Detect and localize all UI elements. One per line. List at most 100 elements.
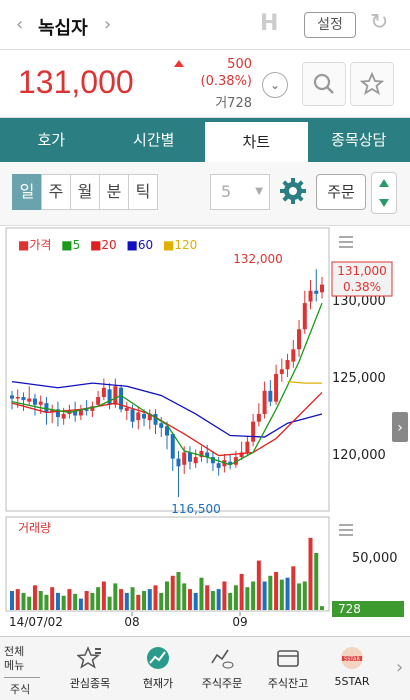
- change-amount: 500: [227, 57, 252, 72]
- tab-hoga[interactable]: 호가: [0, 118, 103, 162]
- volume-bar: [32, 585, 37, 610]
- nav-stock-balance[interactable]: 주식잔고: [258, 645, 318, 691]
- candle-body: [262, 390, 267, 414]
- candle-body: [256, 413, 261, 422]
- volume-bar: [159, 592, 164, 610]
- stock-chart[interactable]: › 130,000 125,000 120,000 50,000 132,000 116,5…: [0, 226, 410, 636]
- volume-bar: [210, 591, 215, 610]
- nav-5star[interactable]: 5STAR 5STAR: [322, 645, 382, 688]
- tab-consult[interactable]: 종목상담: [308, 118, 410, 162]
- header: ‹ 녹십자 › H 설정 ↻: [0, 0, 410, 50]
- volume-bar: [274, 572, 279, 610]
- tab-time[interactable]: 시간별: [103, 118, 206, 162]
- volume-bar: [199, 577, 204, 610]
- volume-bar: [15, 589, 20, 610]
- h-button[interactable]: H: [260, 11, 278, 36]
- candle-body: [142, 413, 147, 419]
- volume-bar: [256, 560, 261, 610]
- volume-bar: [314, 553, 319, 610]
- period-bar: 일 주 월 분 틱 5 ▼ 주문: [0, 162, 410, 226]
- prev-stock-icon[interactable]: ‹: [16, 14, 23, 35]
- low-price-label: 116,500: [171, 502, 221, 516]
- current-price: 131,000: [18, 64, 134, 100]
- candle-body: [285, 360, 290, 370]
- period-minute-button[interactable]: 분: [99, 174, 129, 210]
- volume-bar: [130, 587, 135, 610]
- candle-body: [32, 398, 37, 405]
- candle-body: [297, 329, 302, 350]
- price-axis-label: 125,000: [332, 371, 386, 386]
- candle-body: [176, 458, 181, 467]
- candle-body: [61, 413, 66, 419]
- refresh-icon[interactable]: ↻: [370, 10, 388, 35]
- volume-bar: [10, 591, 14, 610]
- candle-body: [187, 452, 192, 462]
- candle-body: [27, 398, 32, 402]
- star-list-icon: [77, 646, 101, 669]
- volume-value: 거728: [215, 96, 252, 111]
- legend-price: ■가격: [18, 238, 52, 252]
- search-icon[interactable]: [302, 62, 346, 106]
- gear-icon[interactable]: [278, 176, 308, 206]
- period-day-button[interactable]: 일: [12, 174, 42, 210]
- stock-title: 녹십자: [38, 18, 88, 39]
- next-page-icon[interactable]: ›: [396, 657, 403, 678]
- candle-body: [15, 397, 20, 399]
- period-month-button[interactable]: 월: [70, 174, 100, 210]
- candle-body: [113, 386, 118, 405]
- candle-body: [216, 463, 221, 468]
- candle-body: [291, 349, 296, 362]
- nav-stock-order-label: 주식주문: [201, 677, 243, 690]
- app-root: ‹ 녹십자 › H 설정 ↻ 131,000 500 (0.38%) 거728 …: [0, 0, 410, 700]
- all-menu-button[interactable]: 전체 메뉴: [4, 645, 44, 673]
- volume-bar: [113, 583, 118, 610]
- x-axis-label: 09: [232, 615, 247, 629]
- legend-ma5: ■5: [61, 238, 81, 252]
- candle-body: [124, 407, 129, 411]
- volume-bar: [21, 592, 26, 610]
- nav-stock-order[interactable]: 주식주문: [192, 645, 252, 691]
- legend-ma20: ■20: [90, 238, 117, 252]
- order-button[interactable]: 주문: [316, 174, 366, 210]
- volume-bar: [153, 585, 158, 610]
- high-price-label: 132,000: [233, 252, 283, 266]
- candle-body: [136, 412, 141, 421]
- candle-body: [274, 373, 279, 402]
- scroll-updown-button[interactable]: [371, 172, 397, 214]
- candle-body: [268, 390, 273, 402]
- candle-body: [10, 395, 14, 399]
- next-stock-icon[interactable]: ›: [104, 14, 111, 35]
- nav-current-price[interactable]: 현재가: [128, 645, 188, 691]
- volume-bar: [136, 594, 141, 610]
- candle-body: [159, 423, 164, 428]
- chart-up-icon: [147, 647, 169, 669]
- settings-button[interactable]: 설정: [304, 12, 356, 38]
- candle-body: [279, 369, 284, 374]
- interval-select[interactable]: 5 ▼: [210, 174, 270, 210]
- volume-bar: [50, 587, 55, 610]
- volume-bar: [193, 592, 198, 610]
- volume-bar: [176, 572, 181, 610]
- favorite-star-icon[interactable]: [350, 62, 394, 106]
- volume-bar: [107, 596, 112, 610]
- volume-bar: [279, 579, 284, 610]
- volume-bar: [297, 583, 302, 610]
- period-week-button[interactable]: 주: [41, 174, 71, 210]
- volume-bar: [165, 581, 169, 610]
- drag-handle-bar: [339, 236, 353, 238]
- volume-bar: [27, 596, 32, 610]
- candle-body: [107, 389, 112, 405]
- volume-bar: [291, 566, 296, 610]
- nav-watchlist[interactable]: 관심종목: [60, 645, 120, 691]
- period-tick-button[interactable]: 틱: [128, 174, 158, 210]
- volume-title: 거래량: [18, 521, 51, 535]
- tab-chart[interactable]: 차트: [205, 122, 308, 162]
- volume-bar: [101, 581, 106, 610]
- chevron-down-icon[interactable]: ⌄: [262, 72, 288, 98]
- volume-bar: [320, 606, 324, 610]
- volume-bar: [55, 592, 60, 610]
- dropdown-caret-icon: ▼: [255, 186, 263, 197]
- candle-body: [119, 387, 124, 410]
- volume-bar: [78, 598, 83, 610]
- menu-category-label[interactable]: 주식: [10, 681, 30, 697]
